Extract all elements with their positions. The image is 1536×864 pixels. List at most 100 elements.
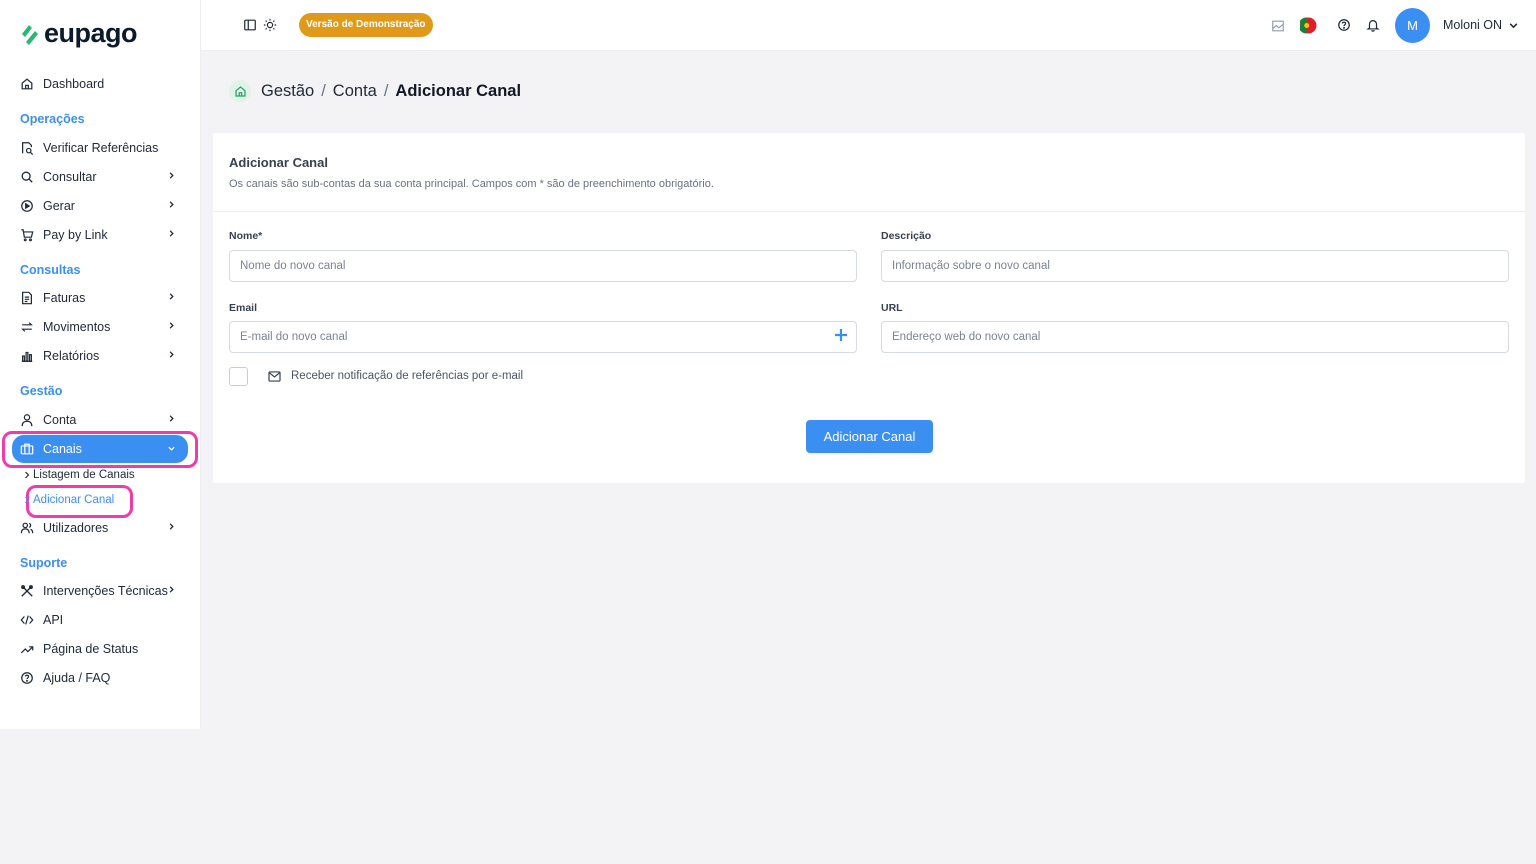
descricao-label: Descrição <box>881 230 932 242</box>
sidebar-item-label: Canais <box>43 442 82 456</box>
section-operacoes: Operações <box>20 112 85 126</box>
sidebar-item-intervencoes[interactable]: Intervenções Técnicas <box>12 576 188 605</box>
home-icon <box>234 85 246 97</box>
bar-chart-icon <box>21 351 33 362</box>
bell-icon[interactable] <box>1366 18 1380 32</box>
sidebar-item-conta[interactable]: Conta <box>12 405 188 434</box>
portugal-flag-icon[interactable] <box>1300 17 1317 34</box>
card-title: Adicionar Canal <box>229 155 328 170</box>
sidebar-item-label: API <box>43 612 64 627</box>
avatar[interactable]: M <box>1395 8 1430 43</box>
chevron-right-icon <box>169 172 174 179</box>
sidebar-item-api[interactable]: API <box>12 605 188 634</box>
add-channel-button[interactable]: Adicionar Canal <box>806 420 933 453</box>
sidebar-subitem-adicionar[interactable]: Adicionar Canal <box>24 494 114 506</box>
chevron-right-icon <box>169 201 174 208</box>
invoice-icon <box>22 291 32 304</box>
sidebar-item-paybylink[interactable]: Pay by Link <box>12 220 188 249</box>
chevron-down-icon <box>168 446 175 451</box>
chevron-right-icon <box>169 230 174 237</box>
sidebar-item-relatorios[interactable]: Relatórios <box>12 341 188 370</box>
sidebar-item-label: Conta <box>43 412 77 427</box>
sidebar-item-label: Consultar <box>43 169 97 184</box>
breadcrumb: Gestão / Conta / Adicionar Canal <box>229 80 521 102</box>
trend-up-icon <box>20 645 34 653</box>
document-search-icon <box>22 141 34 155</box>
card-subtitle: Os canais são sub-contas da sua conta pr… <box>229 178 714 190</box>
sidebar-item-label: Intervenções Técnicas <box>43 583 168 598</box>
play-circle-icon <box>21 199 33 212</box>
sidebar-item-label: Página de Status <box>43 641 139 656</box>
sidebar-item-dashboard[interactable]: Dashboard <box>12 69 188 98</box>
chevron-right-icon <box>169 415 174 422</box>
sidebar-item-status[interactable]: Página de Status <box>12 634 188 663</box>
topbar: Versão de Demonstração M Moloni ON <box>201 0 1536 51</box>
mail-icon <box>268 371 281 382</box>
sidebar-item-utilizadores[interactable]: Utilizadores <box>12 513 188 542</box>
sidebar-item-ajuda[interactable]: Ajuda / FAQ <box>12 663 188 692</box>
sidebar-item-label: Ajuda / FAQ <box>43 670 111 685</box>
home-icon <box>21 77 33 89</box>
sidebar-item-verificar[interactable]: Verificar Referências <box>12 133 188 162</box>
home-breadcrumb[interactable] <box>229 80 251 102</box>
demo-version-badge: Versão de Demonstração <box>299 13 433 37</box>
help-circle-icon <box>21 671 33 684</box>
sidebar-item-label: Pay by Link <box>43 227 108 242</box>
sidebar-subitem-label: Adicionar Canal <box>33 494 115 506</box>
sidebar-item-label: Dashboard <box>43 76 105 91</box>
user-icon <box>21 413 33 426</box>
sun-icon[interactable] <box>263 18 277 32</box>
sidebar-item-label: Utilizadores <box>43 520 109 535</box>
breadcrumb-separator: / <box>321 81 326 100</box>
breadcrumb-item[interactable]: Gestão <box>261 82 314 101</box>
chevron-down-icon <box>1509 22 1518 28</box>
breadcrumb-item[interactable]: Conta <box>333 82 377 101</box>
add-email-plus-icon[interactable] <box>833 327 849 343</box>
sidebar-item-label: Faturas <box>43 290 86 305</box>
briefcase-icon <box>20 443 34 455</box>
tools-icon <box>21 584 33 597</box>
sidebar-item-label: Verificar Referências <box>43 140 159 155</box>
url-input[interactable] <box>881 321 1509 353</box>
sidebar-item-canais[interactable]: Canais <box>12 435 188 463</box>
sidebar-item-label: Movimentos <box>43 319 111 334</box>
nome-input[interactable] <box>229 250 857 282</box>
section-consultas: Consultas <box>20 263 81 277</box>
logo[interactable]: eupago <box>20 18 138 49</box>
code-icon <box>20 614 34 625</box>
add-channel-card: Adicionar Canal Os canais são sub-contas… <box>213 133 1525 483</box>
sidebar-item-gerar[interactable]: Gerar <box>12 191 188 220</box>
user-menu[interactable]: Moloni ON <box>1443 18 1519 32</box>
sidebar-subitem-listagem[interactable]: Listagem de Canais <box>24 469 135 481</box>
sidebar: eupago Dashboard Operações Verificar Ref… <box>0 0 201 729</box>
search-icon <box>21 171 33 183</box>
sidebar-item-faturas[interactable]: Faturas <box>12 283 188 312</box>
email-label: Email <box>229 302 258 314</box>
chevron-right-icon <box>169 523 174 530</box>
section-gestao: Gestão <box>20 384 63 398</box>
sidebar-toggle-icon[interactable] <box>243 18 257 32</box>
notify-label: Receber notificação de referências por e… <box>291 370 524 382</box>
breadcrumb-separator: / <box>383 81 389 100</box>
notify-checkbox[interactable] <box>229 367 248 386</box>
chevron-right-icon <box>25 496 30 504</box>
descricao-input[interactable] <box>881 250 1509 282</box>
chevron-right-icon <box>169 351 174 358</box>
sidebar-item-label: Gerar <box>43 198 75 213</box>
chevron-right-icon <box>25 471 30 479</box>
email-input[interactable] <box>229 321 857 353</box>
breadcrumb-current: Adicionar Canal <box>395 81 522 100</box>
help-circle-icon[interactable] <box>1337 18 1351 32</box>
chevron-right-icon <box>169 293 174 300</box>
chevron-right-icon <box>169 586 174 593</box>
user-name-label: Moloni ON <box>1443 18 1503 32</box>
divider <box>213 211 1525 212</box>
app-frame: eupago Dashboard Operações Verificar Ref… <box>0 0 1536 729</box>
sidebar-item-consultar[interactable]: Consultar <box>12 162 188 191</box>
transfer-icon <box>21 321 33 332</box>
users-icon <box>20 522 34 533</box>
sidebar-item-movimentos[interactable]: Movimentos <box>12 312 188 341</box>
logo-mark-icon <box>22 24 38 45</box>
brand-name: eupago <box>44 18 138 48</box>
url-label: URL <box>881 302 903 314</box>
